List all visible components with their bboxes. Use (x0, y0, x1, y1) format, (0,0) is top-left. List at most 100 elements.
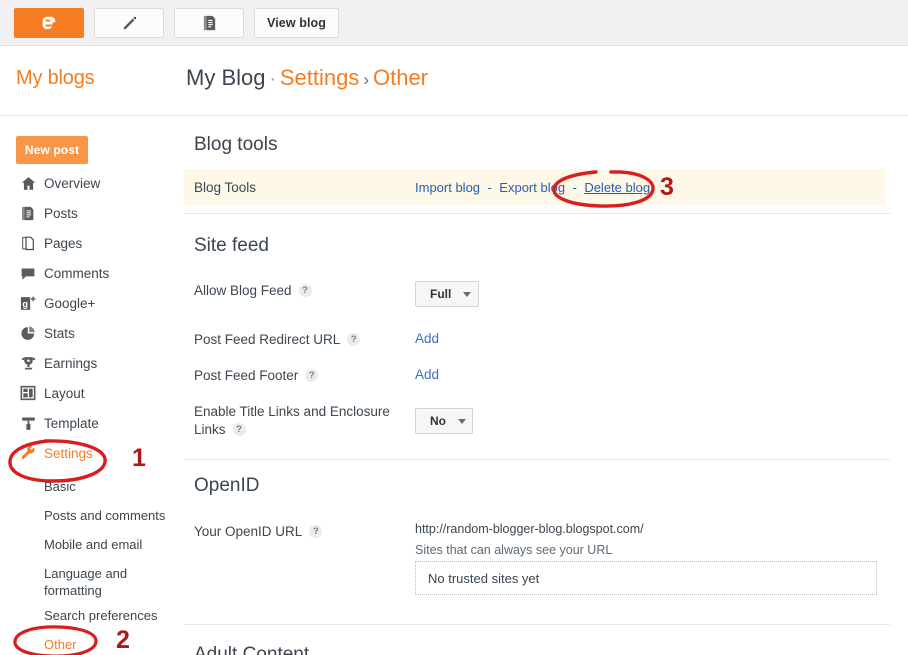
document-list-icon (203, 15, 215, 31)
my-blogs-link[interactable]: My blogs (16, 67, 95, 90)
page-header: My blogs My Blog · Settings › Other (0, 47, 908, 116)
comment-icon (18, 263, 38, 283)
paint-roller-icon (18, 413, 38, 433)
breadcrumb: My Blog · Settings › Other (186, 65, 428, 91)
sidebar-label-template: Template (44, 415, 99, 431)
post-feed-redirect-add-link[interactable]: Add (415, 331, 439, 346)
openid-url-value: http://random-blogger-blog.blogspot.com/ (415, 522, 644, 536)
new-post-pencil-button[interactable] (94, 8, 164, 38)
breadcrumb-settings-link[interactable]: Settings (280, 65, 360, 90)
enable-title-links-value: No (430, 414, 446, 428)
breadcrumb-dot: · (269, 69, 276, 90)
sidebar-sub-other[interactable]: Other (0, 636, 184, 655)
blogger-home-button[interactable] (14, 8, 84, 38)
sidebar-label-layout: Layout (44, 385, 85, 401)
export-blog-link[interactable]: Export blog (499, 180, 565, 195)
blog-tools-actions: Import blog - Export blog - Delete blog (415, 179, 650, 197)
divider-after-blog-tools (184, 213, 890, 214)
allow-blog-feed-text: Allow Blog Feed (194, 283, 292, 298)
enable-title-links-text: Enable Title Links and Enclosure Links (194, 404, 390, 437)
sidebar-sub-posts-and-comments[interactable]: Posts and comments (0, 507, 184, 527)
section-title-blog-tools: Blog tools (194, 134, 278, 155)
blog-tools-row-label: Blog Tools (194, 180, 257, 195)
breadcrumb-separator: › (363, 70, 369, 89)
sidebar-label-googleplus: Google+ (44, 295, 96, 311)
sidebar-sub-label-other: Other (44, 637, 77, 652)
help-icon-allow-blog-feed[interactable]: ? (298, 284, 312, 297)
annotation-number-1: 1 (132, 444, 146, 472)
blogger-b-icon (42, 16, 56, 30)
sidebar-item-layout[interactable]: Layout (0, 380, 184, 406)
post-feed-footer-text: Post Feed Footer (194, 368, 299, 383)
post-feed-redirect-text: Post Feed Redirect URL (194, 332, 341, 347)
help-icon-openid-url[interactable]: ? (309, 525, 323, 538)
sidebar-item-googleplus[interactable]: g Google+ (0, 290, 184, 316)
sidebar-sub-label-mobile-and-email: Mobile and email (44, 537, 143, 552)
sidebar-label-stats: Stats (44, 325, 75, 341)
top-toolbar: View blog (0, 0, 908, 46)
enable-title-links-dropdown[interactable]: No (415, 408, 473, 434)
allow-blog-feed-dropdown[interactable]: Full (415, 281, 479, 307)
blog-tools-dash-2: - (572, 180, 577, 195)
sidebar-sub-language-and-formatting[interactable]: Language and formatting (0, 565, 184, 601)
sidebar-sub-label-posts-and-comments: Posts and comments (44, 508, 166, 523)
allow-blog-feed-label: Allow Blog Feed? (194, 282, 312, 300)
trophy-icon (18, 353, 38, 373)
divider-after-site-feed (184, 459, 890, 460)
section-title-openid: OpenID (194, 475, 260, 496)
sidebar-item-template[interactable]: Template (0, 410, 184, 436)
openid-url-text: Your OpenID URL (194, 524, 303, 539)
sidebar-item-stats[interactable]: Stats (0, 320, 184, 346)
sidebar-item-pages[interactable]: Pages (0, 230, 184, 256)
sidebar-item-comments[interactable]: Comments (0, 260, 184, 286)
post-feed-footer-label: Post Feed Footer? (194, 367, 319, 385)
home-icon (18, 173, 38, 193)
trusted-sites-empty-text: No trusted sites yet (428, 570, 540, 586)
sidebar-label-pages: Pages (44, 235, 83, 251)
annotation-number-2: 2 (116, 626, 130, 654)
help-icon-post-feed-redirect[interactable]: ? (347, 333, 361, 346)
help-icon-enable-title-links[interactable]: ? (232, 423, 246, 436)
sidebar-item-posts[interactable]: Posts (0, 200, 184, 226)
main-content: Blog tools Blog Tools Import blog - Expo… (184, 117, 908, 655)
post-feed-footer-add-link[interactable]: Add (415, 367, 439, 382)
chevron-down-icon (463, 291, 472, 297)
chevron-down-icon (458, 418, 466, 424)
sidebar-label-posts: Posts (44, 205, 78, 221)
sidebar-item-settings[interactable]: Settings (0, 440, 184, 466)
sidebar-label-overview: Overview (44, 175, 101, 191)
divider-after-openid (184, 624, 890, 625)
sidebar-label-settings: Settings (44, 445, 93, 461)
pencil-icon (123, 16, 136, 29)
pie-chart-icon (18, 323, 38, 343)
openid-url-label: Your OpenID URL? (194, 523, 323, 541)
svg-text:g: g (22, 299, 28, 309)
pages-icon (18, 233, 38, 253)
view-blog-button[interactable]: View blog (254, 8, 340, 38)
blog-tools-dash-1: - (487, 180, 492, 195)
annotation-number-3: 3 (660, 173, 674, 201)
sidebar-item-overview[interactable]: Overview (0, 170, 184, 196)
help-icon-post-feed-footer[interactable]: ? (305, 369, 319, 382)
section-title-adult-content: Adult Content (194, 644, 310, 655)
openid-trusted-sites-label: Sites that can always see your URL (415, 543, 613, 557)
breadcrumb-current[interactable]: Other (373, 65, 428, 90)
sidebar-label-earnings: Earnings (44, 355, 98, 371)
new-post-button[interactable]: New post (16, 136, 88, 164)
sidebar-item-earnings[interactable]: Earnings (0, 350, 184, 376)
view-blog-label: View blog (267, 16, 327, 30)
posts-icon (18, 203, 38, 223)
layout-icon (18, 383, 38, 403)
enable-title-links-label: Enable Title Links and Enclosure Links? (194, 403, 399, 439)
sidebar-sub-label-basic: Basic (44, 479, 76, 494)
sidebar-sub-basic[interactable]: Basic (0, 478, 184, 498)
sidebar-sub-mobile-and-email[interactable]: Mobile and email (0, 536, 184, 556)
section-title-site-feed: Site feed (194, 235, 269, 256)
sidebar-sub-search-preferences[interactable]: Search preferences (0, 607, 184, 627)
allow-blog-feed-value: Full (430, 287, 452, 301)
posts-list-button[interactable] (174, 8, 244, 38)
sidebar-sub-label-search-preferences: Search preferences (44, 608, 158, 623)
delete-blog-link[interactable]: Delete blog (584, 180, 650, 195)
import-blog-link[interactable]: Import blog (415, 180, 480, 195)
wrench-icon (18, 443, 38, 463)
